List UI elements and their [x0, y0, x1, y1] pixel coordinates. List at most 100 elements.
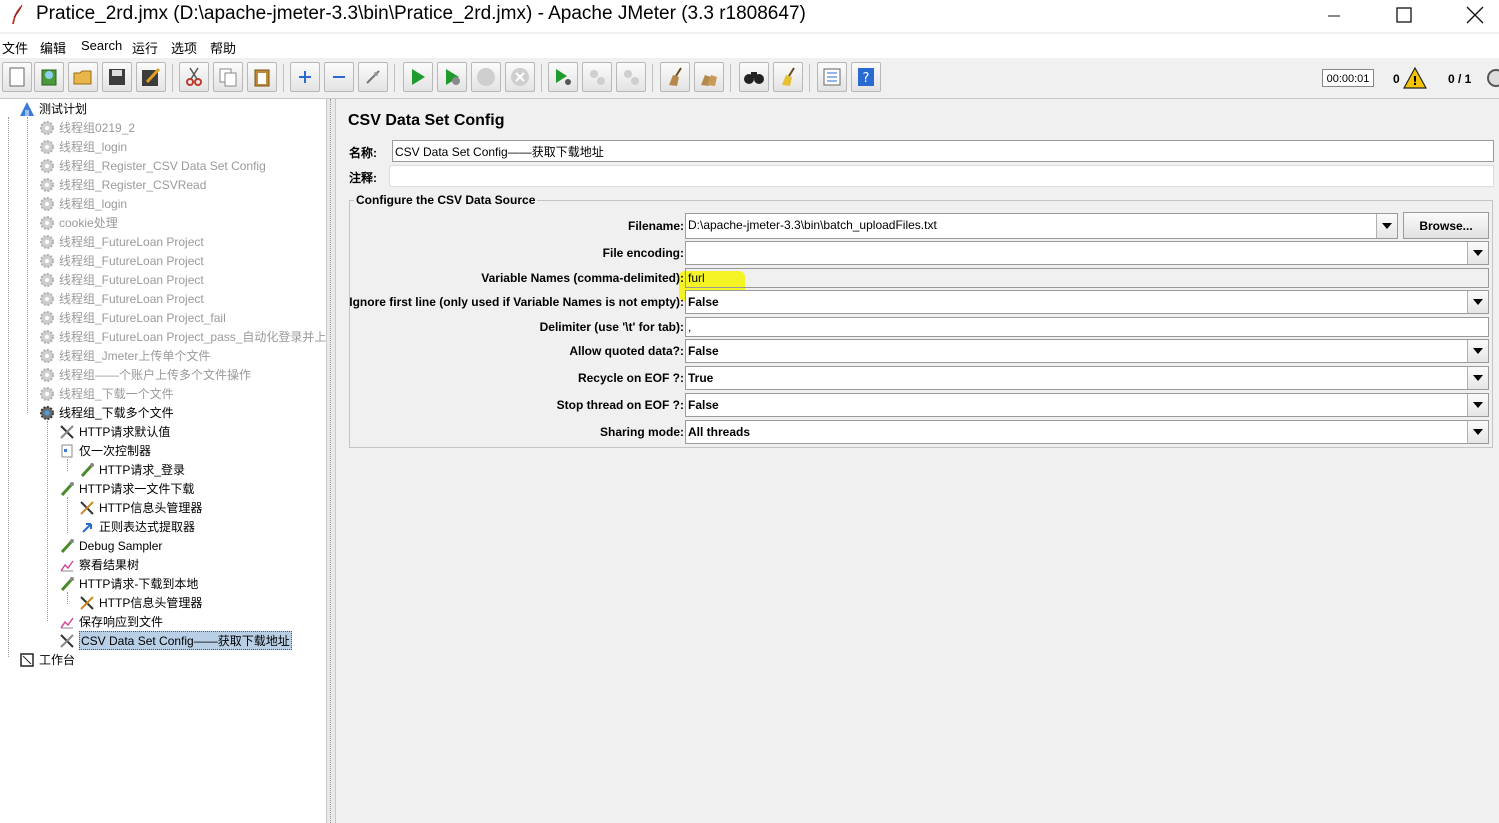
menu-file[interactable]: 文件 — [2, 38, 28, 57]
menu-edit[interactable]: 编辑 — [40, 38, 66, 57]
shutdown-icon — [511, 68, 529, 86]
gear-icon — [40, 234, 54, 249]
help-button[interactable]: ? — [851, 62, 881, 92]
chevron-down-icon — [1473, 348, 1483, 354]
tree-save-responses[interactable]: 保存响应到文件 — [58, 612, 163, 631]
tree-http-defaults[interactable]: HTTP请求默认值 — [58, 422, 170, 441]
name-input[interactable]: CSV Data Set Config——获取下载地址 — [392, 140, 1494, 162]
tree-thread-group[interactable]: 线程组0219_2 — [38, 118, 135, 137]
test-plan-tree[interactable]: 测试计划 线程组0219_2 线程组_login 线程组_Register_CS… — [0, 99, 326, 823]
search-button[interactable] — [739, 62, 769, 92]
tree-thread-group[interactable]: 线程组_Register_CSV Data Set Config — [38, 156, 266, 175]
tree-once-only-controller[interactable]: 仅一次控制器 — [58, 441, 151, 460]
open-button[interactable] — [68, 62, 98, 92]
allow-quoted-combo[interactable]: False — [685, 339, 1489, 363]
panel-splitter[interactable] — [326, 99, 336, 823]
tree-http-request-download[interactable]: HTTP请求一文件下载 — [58, 479, 194, 498]
start-button[interactable] — [403, 62, 433, 92]
tree-csv-data-set-config[interactable]: CSV Data Set Config——获取下载地址 — [58, 631, 292, 650]
sharing-mode-dropdown-arrow[interactable] — [1467, 421, 1488, 443]
copy-button[interactable] — [213, 62, 243, 92]
recycle-eof-combo[interactable]: True — [685, 366, 1489, 390]
tree-thread-group[interactable]: 线程组_Jmeter上传单个文件 — [38, 346, 210, 365]
stop-button[interactable] — [471, 62, 501, 92]
menu-help[interactable]: 帮助 — [210, 38, 236, 57]
remote-start-all-button[interactable] — [548, 62, 578, 92]
delimiter-input[interactable]: , — [685, 317, 1489, 337]
tree-thread-group[interactable]: 线程组——个账户上传多个文件操作 — [38, 365, 251, 384]
binoculars-icon — [744, 72, 764, 84]
file-encoding-combo[interactable] — [685, 241, 1489, 265]
scissors-icon — [186, 67, 202, 86]
tree-thread-group[interactable]: 线程组_FutureLoan Project — [38, 270, 204, 289]
tree-thread-group[interactable]: cookie处理 — [38, 213, 118, 232]
filename-combo[interactable]: D:\apache-jmeter-3.3\bin\batch_uploadFil… — [685, 213, 1398, 239]
gear-icon — [40, 310, 54, 325]
clipboard-icon — [254, 69, 270, 87]
tree-debug-sampler[interactable]: Debug Sampler — [58, 536, 162, 555]
remote-stop-all-button[interactable] — [582, 62, 612, 92]
svg-text:?: ? — [863, 71, 870, 86]
file-encoding-dropdown-arrow[interactable] — [1467, 242, 1488, 264]
browse-button[interactable]: Browse... — [1403, 212, 1489, 239]
close-button[interactable] — [1452, 0, 1498, 30]
start-no-pauses-button[interactable] — [437, 62, 467, 92]
recycle-eof-dropdown-arrow[interactable] — [1467, 367, 1488, 389]
sharing-mode-value: All threads — [688, 425, 751, 439]
toggle-button[interactable] — [358, 62, 388, 92]
remote-shutdown-all-button[interactable] — [616, 62, 646, 92]
tree-header-manager[interactable]: HTTP信息头管理器 — [78, 498, 202, 517]
variable-names-input[interactable]: furl — [685, 268, 1489, 288]
cut-button[interactable] — [179, 62, 209, 92]
tree-http-request-save-local[interactable]: HTTP请求-下载到本地 — [58, 574, 198, 593]
save-button[interactable] — [102, 62, 132, 92]
wrench-screwdriver-icon — [60, 633, 74, 648]
menu-run[interactable]: 运行 — [132, 38, 158, 57]
maximize-button[interactable] — [1381, 0, 1427, 30]
file-encoding-label: File encoding: — [602, 246, 684, 260]
collapse-all-button[interactable] — [324, 62, 354, 92]
tree-thread-group[interactable]: 线程组_FutureLoan Project_fail — [38, 308, 226, 327]
clear-button[interactable] — [660, 62, 690, 92]
expand-all-button[interactable] — [290, 62, 320, 92]
tree-thread-group[interactable]: 线程组_FutureLoan Project — [38, 232, 204, 251]
clear-all-button[interactable] — [694, 62, 724, 92]
tree-thread-group[interactable]: 线程组_Register_CSVRead — [38, 175, 206, 194]
stop-thread-eof-dropdown-arrow[interactable] — [1467, 394, 1488, 416]
minimize-button[interactable] — [1311, 0, 1357, 30]
tree-thread-group[interactable]: 线程组_下载一个文件 — [38, 384, 174, 403]
tree-thread-group[interactable]: 线程组_FutureLoan Project_pass_自动化登录并上 — [38, 327, 326, 346]
tree-view-results-tree[interactable]: 察看结果树 — [58, 555, 139, 574]
stop-thread-eof-value: False — [688, 398, 719, 412]
tree-thread-group[interactable]: 线程组_FutureLoan Project — [38, 289, 204, 308]
tree-workbench[interactable]: 工作台 — [18, 650, 75, 669]
filename-dropdown-arrow[interactable] — [1376, 214, 1397, 238]
function-helper-button[interactable] — [817, 62, 847, 92]
warning-count: 0 — [1393, 72, 1400, 86]
menu-options[interactable]: 选项 — [171, 38, 197, 57]
tree-thread-group[interactable]: 线程组_FutureLoan Project — [38, 251, 204, 270]
tree-regex-extractor[interactable]: 正则表达式提取器 — [78, 517, 195, 536]
sharing-mode-combo[interactable]: All threads — [685, 420, 1489, 444]
tree-thread-group[interactable]: 线程组_login — [38, 137, 127, 156]
stop-thread-eof-combo[interactable]: False — [685, 393, 1489, 417]
new-button[interactable] — [2, 62, 32, 92]
paste-button[interactable] — [247, 62, 277, 92]
ignore-first-line-dropdown-arrow[interactable] — [1467, 291, 1488, 313]
reset-search-button[interactable] — [773, 62, 803, 92]
tree-thread-group-active[interactable]: 线程组_下载多个文件 — [38, 403, 174, 422]
menu-bar: 文件 编辑 Search 运行 选项 帮助 — [0, 34, 1499, 58]
comment-input[interactable] — [389, 165, 1494, 187]
tree-root-test-plan[interactable]: 测试计划 — [18, 99, 87, 118]
remote-stop-icon — [590, 70, 605, 85]
templates-button[interactable] — [34, 62, 64, 92]
stop-thread-eof-label: Stop thread on EOF ?: — [556, 398, 684, 412]
save-as-button[interactable] — [136, 62, 166, 92]
ignore-first-line-combo[interactable]: False — [685, 290, 1489, 314]
tree-http-request-login[interactable]: HTTP请求_登录 — [78, 460, 185, 479]
tree-thread-group[interactable]: 线程组_login — [38, 194, 127, 213]
tree-header-manager[interactable]: HTTP信息头管理器 — [78, 593, 202, 612]
allow-quoted-dropdown-arrow[interactable] — [1467, 340, 1488, 362]
menu-search[interactable]: Search — [81, 38, 122, 53]
shutdown-button[interactable] — [505, 62, 535, 92]
